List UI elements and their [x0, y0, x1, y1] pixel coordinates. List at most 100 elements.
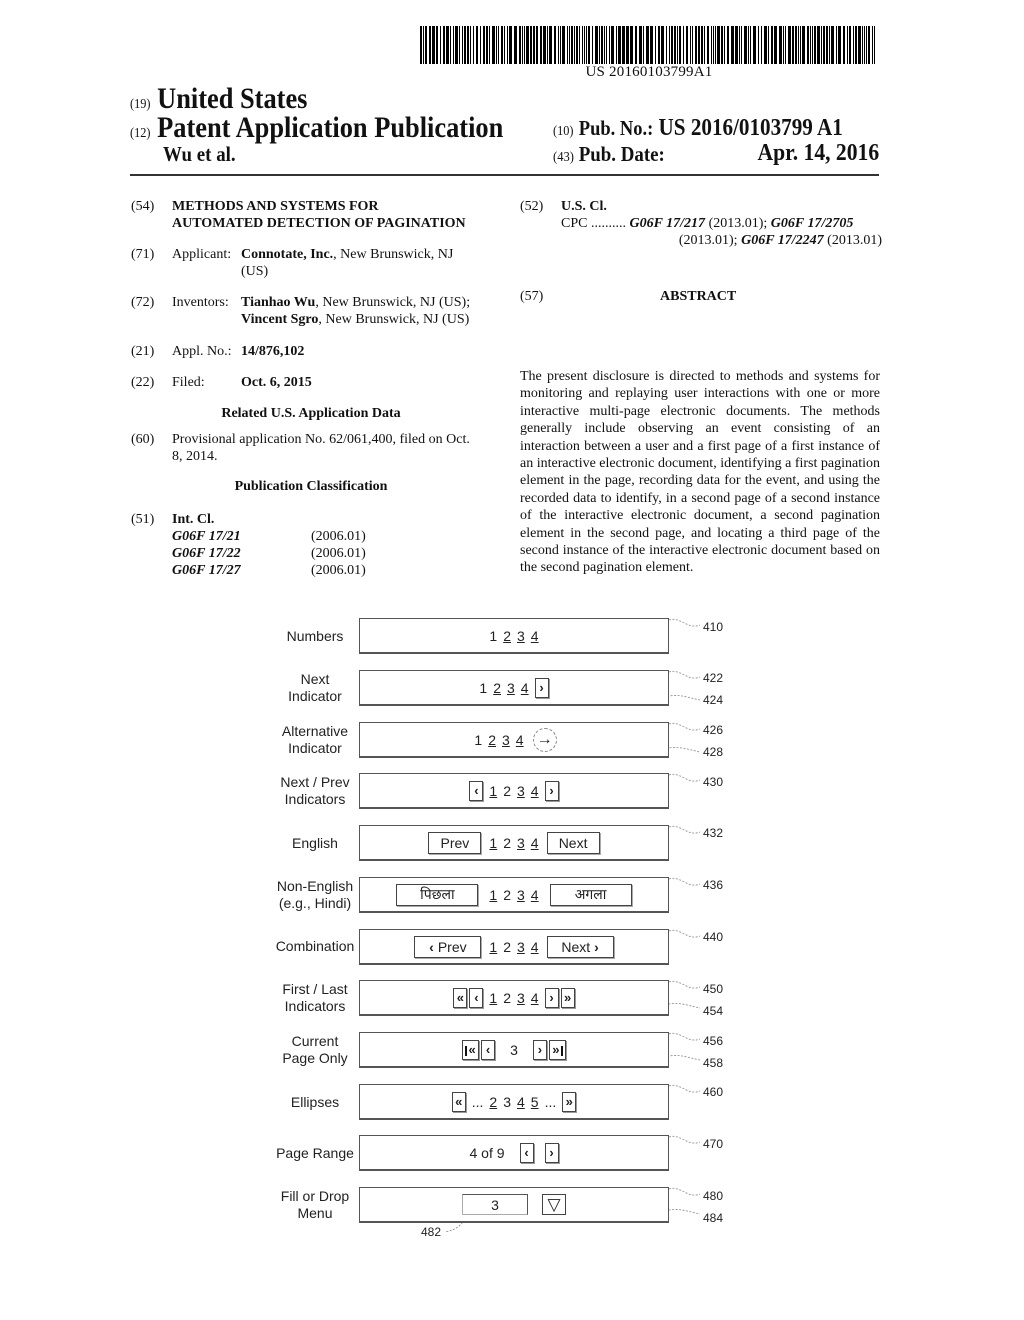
triangle-down-icon: ▽: [547, 1194, 561, 1214]
reference-numeral: 482: [421, 1225, 442, 1239]
barcode-bar: [650, 26, 653, 64]
page-link[interactable]: 3: [517, 628, 525, 644]
barcode-bar: [774, 26, 777, 64]
cpc-class: G06F 17/2705: [770, 216, 854, 231]
page-link[interactable]: 4: [521, 680, 529, 696]
barcode-bar: [843, 26, 845, 64]
next-button[interactable]: ›: [544, 780, 559, 801]
int-cl-version: (2006.01): [311, 563, 366, 578]
row-label: Alternative Indicator: [255, 723, 375, 757]
page-link[interactable]: 2: [489, 1094, 497, 1110]
barcode-bar: [576, 26, 578, 64]
page-link[interactable]: 4: [531, 783, 539, 799]
field-label: Appl. No.:: [172, 344, 232, 359]
first-button[interactable]: «: [453, 987, 468, 1008]
page-number-input[interactable]: 3: [462, 1194, 528, 1215]
prev-button[interactable]: ‹: [469, 987, 484, 1008]
next-text-button[interactable]: अगला: [549, 883, 632, 906]
page-link[interactable]: 4: [531, 887, 539, 903]
row-label-line: Indicators: [284, 791, 346, 807]
barcode-bar: [686, 26, 688, 64]
page-link[interactable]: 4: [531, 628, 539, 644]
reference-numeral: 426: [703, 723, 724, 737]
page-link[interactable]: 3: [517, 835, 525, 851]
pager: « ‹ 3 › »: [360, 1033, 668, 1066]
prev-text-button[interactable]: पिछला: [396, 883, 479, 906]
row-label-line: (e.g., Hindi): [278, 895, 352, 911]
int-cl-version: (2006.01): [311, 546, 366, 561]
page-link[interactable]: 3: [517, 990, 525, 1006]
barcode-bar: [574, 26, 575, 64]
double-chevron-right-icon: »: [563, 990, 572, 1005]
page-link[interactable]: 4: [516, 732, 524, 748]
next-arrow-button[interactable]: →: [532, 727, 557, 752]
page-link[interactable]: 3: [517, 783, 525, 799]
page-link[interactable]: 1: [489, 835, 497, 851]
inventor-location: , New Brunswick, NJ (US): [318, 312, 470, 327]
double-chevron-left-icon: «: [456, 990, 465, 1005]
next-button[interactable]: ›: [534, 677, 549, 698]
last-button[interactable]: »: [548, 1039, 566, 1060]
next-label: Next: [561, 938, 591, 955]
next-button[interactable]: ›: [532, 1039, 547, 1060]
leader-line: [668, 773, 701, 782]
page-link[interactable]: 1: [489, 990, 497, 1006]
page-link[interactable]: 1: [489, 887, 497, 903]
prev-combo-button[interactable]: ‹ Prev: [414, 935, 482, 958]
page-link[interactable]: 4: [531, 990, 539, 1006]
last-button[interactable]: »: [562, 1091, 577, 1112]
page-link[interactable]: 2: [488, 732, 496, 748]
barcode-bar: [814, 26, 816, 64]
prev-button[interactable]: ‹: [519, 1142, 534, 1163]
page-link[interactable]: 5: [531, 1094, 539, 1110]
leader-line: [668, 1187, 701, 1196]
page-link[interactable]: 3: [517, 939, 525, 955]
page-link[interactable]: 3: [507, 680, 515, 696]
pubtype-name: Patent Application Publication: [157, 111, 504, 144]
page-link[interactable]: 4: [531, 939, 539, 955]
barcode-bar: [666, 26, 667, 64]
country-code: (19): [130, 97, 151, 112]
next-button[interactable]: ›: [544, 1142, 559, 1163]
barcode-bar: [701, 26, 703, 64]
barcode-bar: [798, 26, 799, 64]
next-text-button[interactable]: Next: [546, 831, 600, 854]
page-link[interactable]: 3: [502, 732, 510, 748]
page-link[interactable]: 4: [531, 835, 539, 851]
double-chevron-left-icon: «: [468, 1042, 476, 1057]
pubno-code: (10): [553, 124, 574, 139]
barcode-bar: [579, 26, 580, 64]
row-label: First / Last Indicators: [255, 981, 375, 1015]
next-combo-button[interactable]: Next ›: [546, 935, 614, 958]
prev-text-button[interactable]: Prev: [428, 831, 482, 854]
barcode-bar: [533, 26, 535, 64]
page-link[interactable]: 3: [517, 887, 525, 903]
next-button[interactable]: ›: [544, 987, 559, 1008]
cpc-version: (2013.01);: [705, 216, 771, 231]
prev-button[interactable]: ‹: [469, 780, 484, 801]
filed-value: Oct. 6, 2015: [241, 375, 312, 390]
page-link[interactable]: 2: [493, 680, 501, 696]
cpc-class: G06F 17/2247: [741, 233, 824, 248]
barcode-bar: [611, 26, 614, 64]
dropdown-button[interactable]: ▽: [542, 1194, 566, 1215]
row-label: Fill or Drop Menu: [255, 1188, 375, 1222]
barcode-bar: [432, 26, 435, 64]
row-label: Next Indicator: [255, 671, 375, 705]
page-link[interactable]: 1: [489, 939, 497, 955]
prev-button[interactable]: ‹: [481, 1039, 496, 1060]
barcode-bar: [524, 26, 525, 64]
last-button[interactable]: »: [560, 987, 575, 1008]
int-cl-class: G06F 17/27: [172, 563, 241, 578]
page-link[interactable]: 4: [517, 1094, 525, 1110]
first-button[interactable]: «: [451, 1091, 466, 1112]
pubno-value: US 2016/0103799 A1: [658, 115, 843, 141]
leader-line: [668, 670, 701, 679]
page-link[interactable]: 1: [489, 783, 497, 799]
reference-numeral: 428: [703, 745, 724, 759]
first-button[interactable]: «: [462, 1039, 480, 1060]
pagination-numbers: 1 2 3 4: [359, 618, 669, 654]
field-appl-no: (21) Appl. No.: 14/876,102: [131, 343, 511, 361]
page-link[interactable]: 2: [503, 628, 511, 644]
pager: पिछला 1 2 3 4 अगला: [360, 878, 668, 911]
